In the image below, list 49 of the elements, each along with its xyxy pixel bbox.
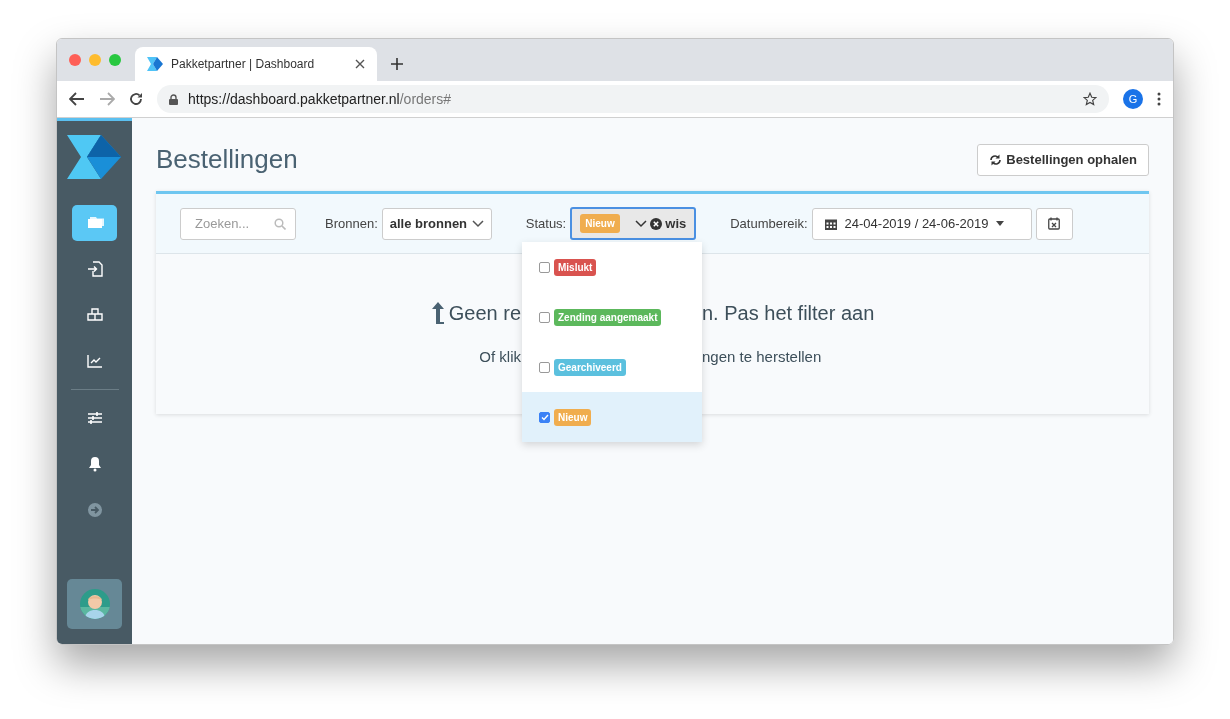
browser-tab[interactable]: Pakketpartner | Dashboard — [135, 47, 377, 81]
checkbox[interactable] — [539, 411, 550, 423]
empty-state-headline: n. Pas het filter aan — [702, 301, 875, 326]
empty-state-hint: Of klik — [478, 347, 521, 367]
chevron-down-icon — [635, 219, 648, 228]
logo-icon — [66, 135, 123, 179]
reload-icon[interactable] — [129, 92, 143, 106]
new-tab-icon[interactable] — [391, 58, 403, 70]
status-tag: Zending aangemaakt — [554, 308, 662, 326]
address-bar[interactable]: https://dashboard.pakketpartner.nl/orders# — [157, 85, 1109, 113]
status-tag: Nieuw — [554, 408, 592, 426]
sources-dropdown[interactable]: alle bronnen — [381, 207, 492, 240]
status-label: Status: — [525, 214, 567, 233]
status-dropdown[interactable]: Nieuw wis — [570, 207, 697, 240]
checkbox[interactable] — [539, 361, 550, 373]
checkbox[interactable] — [539, 311, 550, 323]
calendar-icon — [824, 217, 837, 230]
chevron-down-icon — [471, 219, 484, 228]
check-icon — [540, 413, 549, 421]
back-icon[interactable] — [69, 92, 85, 106]
url-text: https://dashboard.pakketpartner.nl/orders# — [188, 89, 453, 109]
menu-icon[interactable] — [1157, 92, 1161, 106]
calendar-clear-icon — [1048, 217, 1061, 230]
tab-title: Pakketpartner | Dashboard — [171, 56, 316, 73]
status-tag: Gearchiveerd — [554, 358, 626, 376]
page-title: Bestellingen — [156, 143, 298, 176]
star-icon[interactable] — [1083, 92, 1097, 106]
clear-link[interactable]: wis — [665, 213, 687, 234]
search-field[interactable]: Zoeken... — [180, 207, 296, 240]
status-tag: Mislukt — [554, 258, 597, 276]
refresh-icon — [989, 153, 1003, 166]
arrow-up-icon — [430, 302, 445, 324]
empty-state-headline: Geen re — [448, 301, 521, 326]
date-range-button[interactable]: 24-04-2019 / 24-06-2019 — [811, 207, 1032, 240]
clear-date-button[interactable] — [1035, 207, 1073, 240]
fetch-orders-button[interactable]: Bestellingen ophalen — [977, 143, 1149, 176]
clear-icon[interactable] — [650, 217, 663, 230]
logo-icon — [147, 57, 163, 71]
date-range-label: Datumbereik: — [730, 214, 808, 233]
sources-label: Bronnen: — [325, 214, 378, 233]
close-tab-icon[interactable] — [355, 59, 365, 69]
caret-icon — [996, 221, 1005, 226]
lock-icon — [169, 93, 178, 105]
profile-avatar[interactable]: G — [1123, 89, 1143, 109]
search-icon — [274, 217, 286, 230]
status-tag: Nieuw — [580, 214, 620, 233]
status-option[interactable]: Mislukt — [522, 242, 702, 292]
checkbox[interactable] — [539, 261, 550, 273]
empty-state-hint: ngen te herstellen — [702, 347, 822, 367]
